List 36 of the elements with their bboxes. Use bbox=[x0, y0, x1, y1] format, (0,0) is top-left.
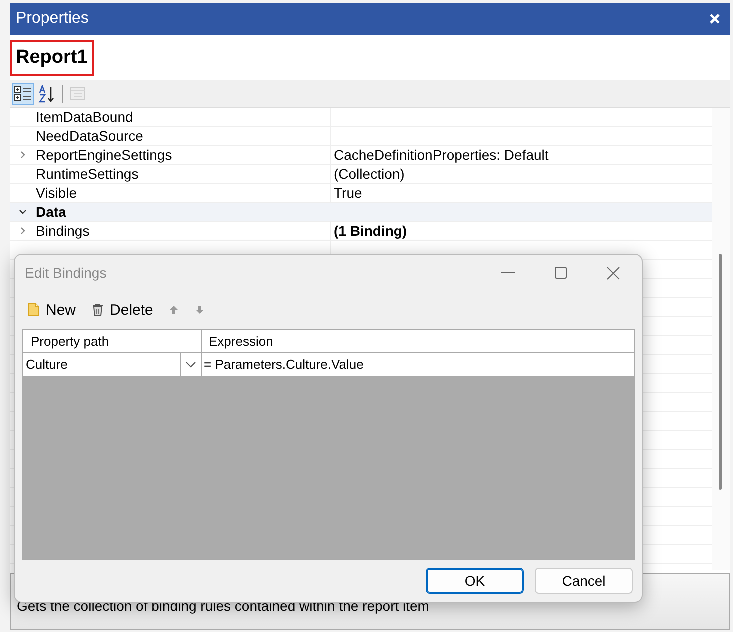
category-name: Data bbox=[36, 204, 66, 220]
ok-button[interactable]: OK bbox=[426, 568, 524, 594]
arrow-up-icon bbox=[169, 305, 180, 315]
arrow-down-icon bbox=[195, 305, 206, 315]
property-name: Visible bbox=[36, 185, 77, 201]
collapse-chevron-icon[interactable] bbox=[19, 208, 27, 216]
new-button[interactable]: New bbox=[23, 298, 82, 322]
property-value: True bbox=[334, 185, 362, 201]
trash-icon bbox=[92, 303, 104, 317]
property-value: CacheDefinitionProperties: Default bbox=[334, 147, 549, 163]
property-name: ReportEngineSettings bbox=[36, 147, 172, 163]
maximize-icon[interactable] bbox=[555, 267, 567, 279]
delete-button[interactable]: Delete bbox=[87, 298, 158, 322]
close-icon[interactable] bbox=[607, 266, 620, 280]
column-header: Expression bbox=[208, 332, 274, 351]
property-name: Bindings bbox=[36, 223, 90, 239]
property-name: ItemDataBound bbox=[36, 109, 134, 125]
property-name: NeedDataSource bbox=[36, 128, 144, 144]
property-value: (Collection) bbox=[334, 166, 405, 182]
dialog-title: Edit Bindings bbox=[25, 265, 107, 281]
cancel-button[interactable]: Cancel bbox=[535, 568, 633, 594]
expression-cell[interactable]: = Parameters.Culture.Value bbox=[202, 353, 634, 376]
categorized-button[interactable] bbox=[12, 82, 34, 104]
property-name: RuntimeSettings bbox=[36, 166, 139, 182]
new-page-icon bbox=[28, 303, 40, 317]
column-header: Property path bbox=[23, 330, 202, 352]
scrollbar-thumb[interactable] bbox=[719, 254, 722, 490]
panel-title: Properties bbox=[16, 10, 89, 28]
object-name: Report1 bbox=[10, 40, 94, 76]
expand-chevron-icon[interactable] bbox=[19, 227, 27, 235]
property-value: (1 Binding) bbox=[334, 223, 408, 239]
minimize-icon[interactable] bbox=[501, 272, 515, 274]
chevron-down-icon bbox=[186, 362, 196, 368]
category-row[interactable]: Data bbox=[10, 203, 712, 222]
property-path-dropdown[interactable]: Culture bbox=[23, 353, 202, 376]
expand-chevron-icon[interactable] bbox=[19, 151, 27, 159]
